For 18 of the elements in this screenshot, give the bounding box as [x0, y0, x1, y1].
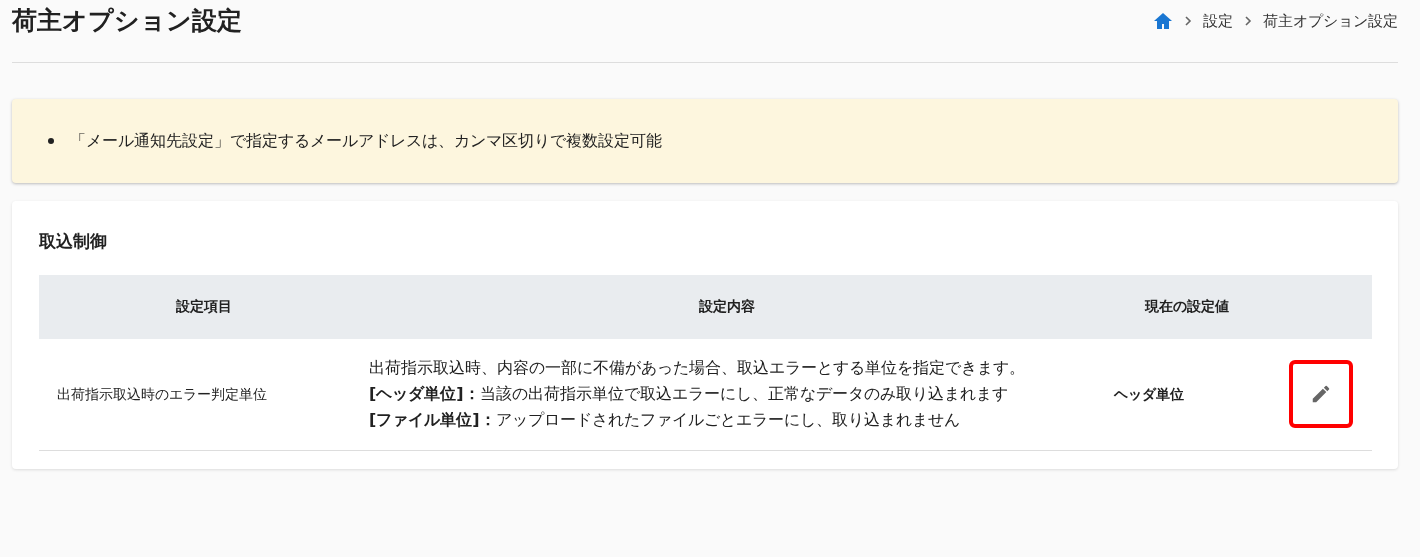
description-text: [ファイル単位]：アップロードされたファイルごとエラーにし、取り込まれません: [369, 409, 961, 432]
description-text: [ヘッダ単位]：当該の出荷指示単位で取込エラーにし、正常なデータのみ取り込まれます: [369, 382, 1009, 405]
column-header: 設定項目: [39, 274, 369, 339]
notice-text: 「メール通知先設定」で指定するメールアドレスは、カンマ区切りで複数設定可能: [70, 130, 662, 152]
table-cell: 出荷指示取込時のエラー判定単位: [39, 338, 369, 451]
edit-button[interactable]: [1289, 360, 1353, 429]
column-header: 設定内容: [369, 274, 1084, 339]
breadcrumb-link[interactable]: 設定: [1203, 9, 1233, 33]
column-header: 現在の設定値: [1084, 274, 1289, 339]
chevron-icon: [1183, 15, 1193, 27]
page-title: 荷主オプション設定: [12, 6, 242, 36]
chevron-icon: [1243, 15, 1253, 27]
table-cell: ヘッダ単位: [1084, 338, 1289, 451]
home-icon[interactable]: [1153, 12, 1173, 30]
breadcrumb-link[interactable]: 荷主オプション設定: [1263, 9, 1398, 33]
description-text: 出荷指示取込時、内容の一部に不備があった場合、取込エラーとする単位を指定できます。: [369, 356, 1026, 379]
section-title: 取込制御: [39, 230, 108, 253]
bullet-icon: [48, 138, 54, 144]
